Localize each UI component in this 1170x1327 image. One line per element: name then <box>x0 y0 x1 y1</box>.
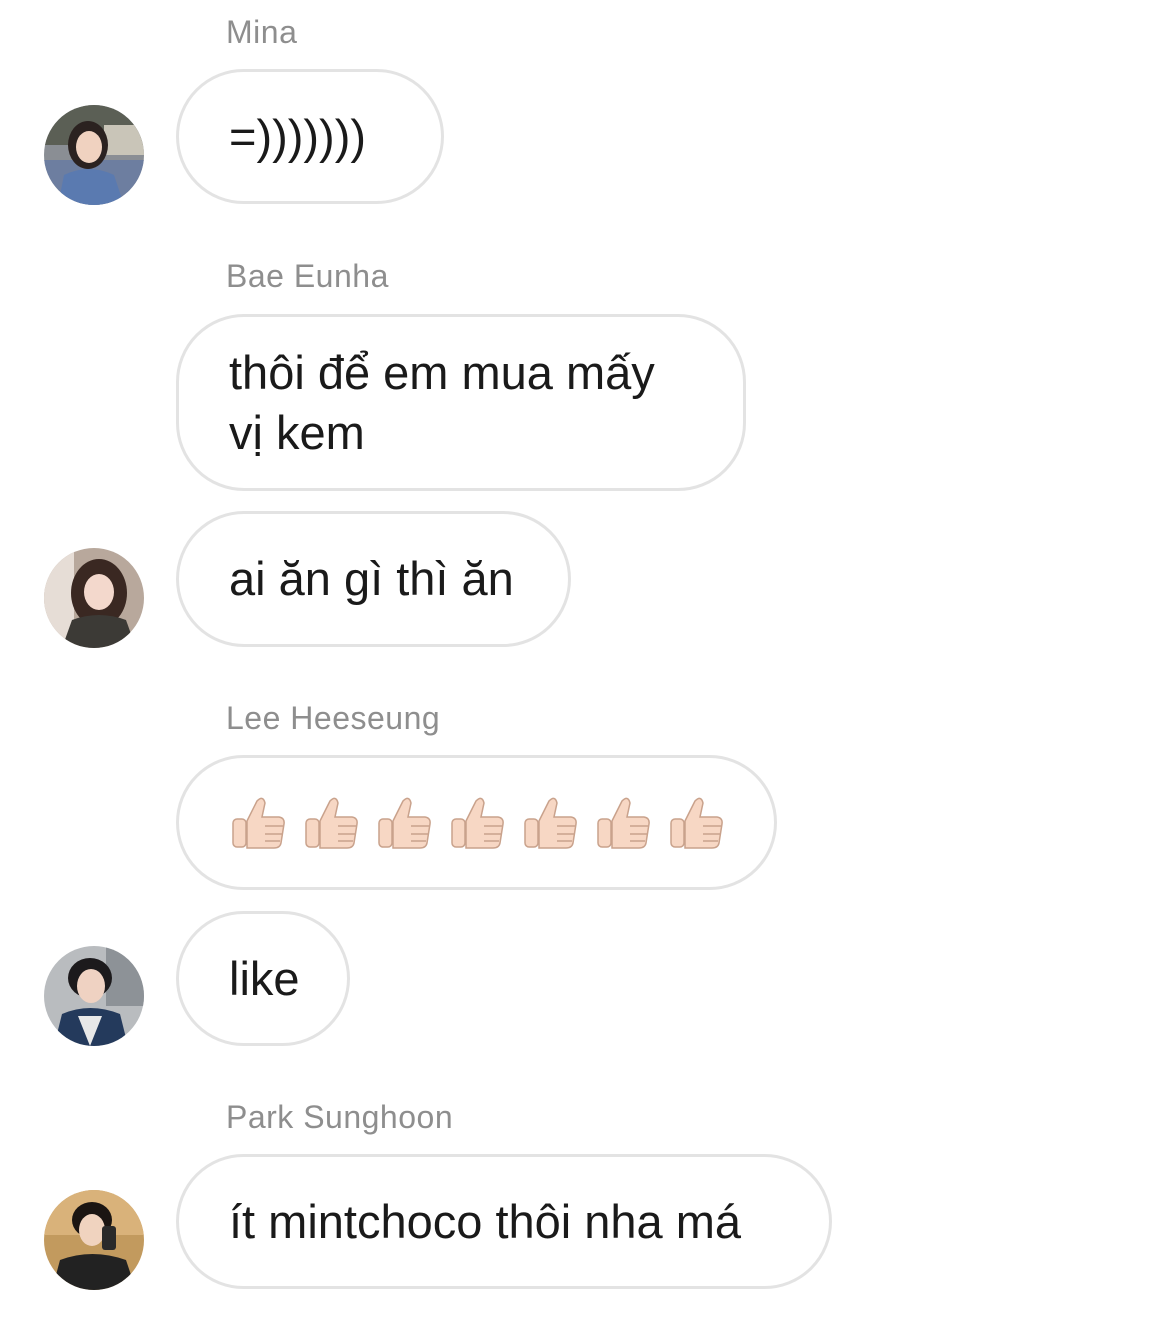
message-bubble[interactable] <box>176 755 777 890</box>
thumbs-up-icon <box>302 793 362 853</box>
thumbs-up-icon <box>229 793 289 853</box>
sender-name-lee-heeseung: Lee Heeseung <box>226 700 441 736</box>
message-text: thôi để em mua mấy vị kem <box>229 345 655 459</box>
sender-name-bae-eunha: Bae Eunha <box>226 258 389 294</box>
thumbs-up-icon <box>594 793 654 853</box>
message-bubble[interactable]: thôi để em mua mấy vị kem <box>176 314 746 491</box>
thumbs-up-icon <box>375 793 435 853</box>
thumbs-up-icon <box>521 793 581 853</box>
avatar-bae-eunha[interactable] <box>44 548 144 648</box>
thumbs-up-icon <box>448 793 508 853</box>
message-bubble[interactable]: ít mintchoco thôi nha má <box>176 1154 832 1289</box>
sender-name-park-sunghoon: Park Sunghoon <box>226 1099 454 1135</box>
sender-name-mina: Mina <box>226 14 298 50</box>
message-text: ít mintchoco thôi nha má <box>229 1194 742 1248</box>
avatar-park-sunghoon[interactable] <box>44 1190 144 1290</box>
message-text: like <box>229 951 300 1005</box>
message-text: =))))))) <box>229 109 367 163</box>
message-bubble[interactable]: like <box>176 911 350 1046</box>
avatar-mina[interactable] <box>44 105 144 205</box>
thumbs-up-icon <box>667 793 727 853</box>
message-text: ai ăn gì thì ăn <box>229 552 514 605</box>
emoji-row <box>229 793 727 853</box>
message-bubble[interactable]: ai ăn gì thì ăn <box>176 511 571 647</box>
message-bubble[interactable]: =))))))) <box>176 69 444 204</box>
avatar-lee-heeseung[interactable] <box>44 946 144 1046</box>
